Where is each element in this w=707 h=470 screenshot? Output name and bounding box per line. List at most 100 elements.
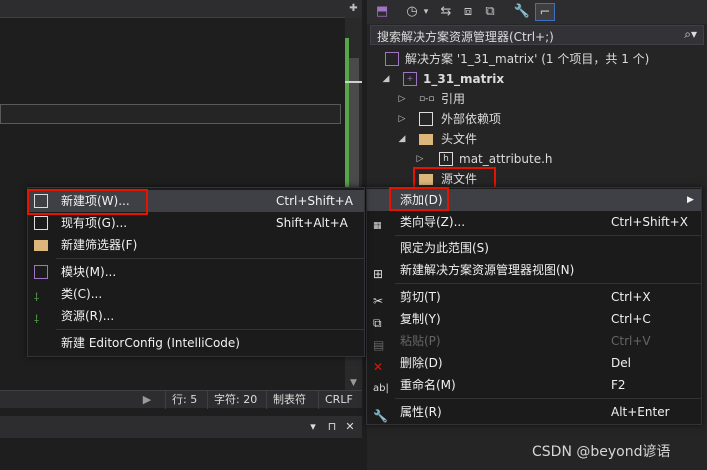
tree-item-header-files[interactable]: ◢ 头文件: [367, 129, 707, 149]
menu-item-label: 限定为此范围(S): [400, 241, 489, 255]
menu-item-label: 新建筛选器(F): [61, 238, 138, 252]
pin-icon[interactable]: ⊓: [324, 418, 340, 436]
folder-icon: [419, 134, 433, 145]
menu-item-label: 复制(Y): [400, 312, 441, 326]
preview-selected-items-icon[interactable]: ⌐: [535, 3, 555, 21]
menu-item-label: 类向导(Z)...: [400, 215, 466, 229]
menu-item-class[interactable]: ⸸ 类(C)...: [28, 283, 364, 305]
paste-icon: ▤: [373, 338, 385, 352]
show-all-files-icon[interactable]: ⧉: [481, 3, 499, 21]
menu-item-existing-item[interactable]: 现有项(G)... Shift+Alt+A: [28, 212, 364, 234]
menu-item-shortcut: Ctrl+C: [611, 312, 651, 326]
split-editor-button[interactable]: ✚: [345, 0, 362, 18]
menu-item-label: 重命名(M): [400, 378, 456, 392]
new-filter-folder-icon: [34, 240, 48, 251]
module-icon: [34, 265, 48, 279]
menu-item-shortcut: Ctrl+Shift+X: [611, 215, 688, 229]
expanded-arrow-icon[interactable]: ◢: [397, 129, 407, 149]
class-icon: ⸸: [34, 291, 40, 304]
menu-item-label: 属性(R): [400, 405, 442, 419]
header-file-label: mat_attribute.h: [459, 152, 553, 166]
delete-x-icon: ✕: [373, 360, 384, 374]
menu-separator: [395, 283, 701, 284]
collapsed-arrow-icon[interactable]: ▷: [397, 89, 407, 109]
solution-search-input[interactable]: 搜索解决方案资源管理器(Ctrl+;) ⌕▾: [370, 25, 704, 45]
vs-switch-views-icon[interactable]: ⬒: [373, 3, 391, 21]
tree-item-header-file[interactable]: ▷ h mat_attribute.h: [367, 149, 707, 169]
menu-item-new-se-view[interactable]: ⊞ 新建解决方案资源管理器视图(N): [367, 259, 701, 281]
sync-icon[interactable]: ⇆: [437, 3, 455, 21]
solution-explorer-toolbar: ⬒ ◷ ▾ ⇆ ⧈ ⧉ 🔧 ⌐: [367, 0, 707, 24]
menu-item-label: 剪切(T): [400, 290, 441, 304]
eol-indicator[interactable]: CRLF: [318, 391, 362, 409]
tree-item-solution[interactable]: 解决方案 '1_31_matrix' (1 个项目，共 1 个): [367, 49, 707, 69]
search-icon[interactable]: ⌕▾: [684, 27, 697, 42]
class-wizard-icon: ▦: [373, 221, 382, 231]
tree-item-references[interactable]: ▷ ▫‐▫ 引用: [367, 89, 707, 109]
window-position-dropdown-icon[interactable]: ▾: [305, 418, 321, 436]
external-deps-label: 外部依赖项: [441, 112, 502, 126]
menu-item-rename[interactable]: ab| 重命名(M) F2: [367, 374, 701, 396]
collapsed-arrow-icon[interactable]: ▷: [397, 109, 407, 129]
new-view-icon: ⊞: [373, 267, 384, 281]
scissors-icon: ✂: [373, 294, 384, 308]
menu-item-properties[interactable]: 🔧 属性(R) Alt+Enter: [367, 401, 701, 423]
menu-item-copy[interactable]: ⧉ 复制(Y) Ctrl+C: [367, 308, 701, 330]
editor-status-bar: ▶ 行: 5 字符: 20 制表符 CRLF: [0, 390, 362, 409]
search-placeholder: 搜索解决方案资源管理器(Ctrl+;): [377, 30, 554, 44]
menu-item-paste[interactable]: ▤ 粘贴(P) Ctrl+V: [367, 330, 701, 352]
menu-item-class-wizard[interactable]: ▦ 类向导(Z)... Ctrl+Shift+X: [367, 211, 701, 233]
menu-item-label: 资源(R)...: [61, 309, 115, 323]
collapse-all-icon[interactable]: ⧈: [459, 3, 477, 21]
tabs-indicator[interactable]: 制表符: [266, 391, 318, 409]
menu-item-shortcut: Alt+Enter: [611, 405, 670, 419]
add-menu-highlight: [389, 187, 449, 211]
menu-item-label: 类(C)...: [61, 287, 103, 301]
menu-separator: [56, 258, 364, 259]
scroll-right-icon[interactable]: ▶: [132, 391, 162, 409]
editor-find-field[interactable]: [0, 104, 341, 124]
tree-item-project[interactable]: ◢ + 1_31_matrix: [367, 69, 707, 89]
menu-item-label: 现有项(G)...: [61, 216, 128, 230]
tree-item-external-deps[interactable]: ▷ 外部依赖项: [367, 109, 707, 129]
close-icon[interactable]: ✕: [342, 418, 358, 436]
existing-item-icon: [34, 216, 48, 230]
line-indicator[interactable]: 行: 5: [165, 391, 207, 409]
caret-position-marker: [345, 81, 362, 83]
menu-item-label: 粘贴(P): [400, 334, 441, 348]
new-item-highlight: [27, 189, 148, 215]
pending-changes-icon[interactable]: ◷: [403, 3, 421, 21]
menu-item-editorconfig[interactable]: 新建 EditorConfig (IntelliCode): [28, 332, 364, 354]
cpp-project-icon: +: [403, 72, 417, 86]
menu-separator: [395, 235, 701, 236]
editor-navigation-bar[interactable]: [0, 0, 345, 18]
menu-item-delete[interactable]: ✕ 删除(D) Del: [367, 352, 701, 374]
resource-icon: ⸸: [34, 313, 40, 326]
menu-item-label: 删除(D): [400, 356, 443, 370]
submenu-arrow-icon: ▶: [687, 195, 694, 205]
menu-item-scope-to-this[interactable]: 限定为此范围(S): [367, 237, 701, 259]
menu-item-shortcut: Del: [611, 356, 631, 370]
scroll-down-arrow-icon[interactable]: ▼: [345, 376, 362, 390]
menu-item-new-filter[interactable]: 新建筛选器(F): [28, 234, 364, 256]
menu-item-cut[interactable]: ✂ 剪切(T) Ctrl+X: [367, 286, 701, 308]
references-label: 引用: [441, 92, 466, 106]
copy-icon: ⧉: [373, 316, 382, 330]
menu-item-shortcut: Shift+Alt+A: [276, 216, 348, 230]
rename-icon: ab|: [373, 383, 389, 394]
properties-wrench-icon[interactable]: 🔧: [513, 3, 531, 21]
menu-item-shortcut: F2: [611, 378, 626, 392]
references-icon: ▫‐▫: [419, 94, 435, 104]
menu-item-shortcut: Ctrl+X: [611, 290, 651, 304]
expanded-arrow-icon[interactable]: ◢: [381, 69, 391, 89]
chevron-down-icon[interactable]: ▾: [421, 3, 431, 21]
menu-item-resource[interactable]: ⸸ 资源(R)...: [28, 305, 364, 327]
menu-item-label: 新建 EditorConfig (IntelliCode): [61, 336, 240, 350]
wrench-icon: 🔧: [373, 409, 388, 423]
collapsed-arrow-icon[interactable]: ▷: [415, 149, 425, 169]
menu-item-module[interactable]: 模块(M)...: [28, 261, 364, 283]
watermark: CSDN @beyond谚语: [532, 444, 671, 460]
menu-item-label: 模块(M)...: [61, 265, 117, 279]
external-deps-icon: [419, 112, 433, 126]
char-indicator[interactable]: 字符: 20: [207, 391, 266, 409]
